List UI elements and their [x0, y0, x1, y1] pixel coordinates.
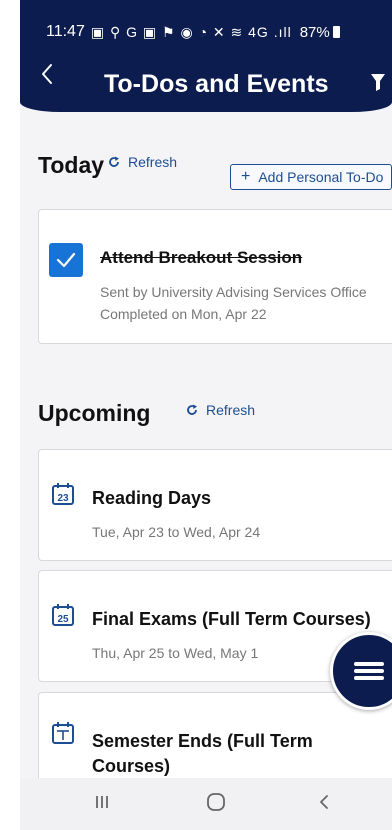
event-dates: Thu, Apr 25 to Wed, May 1: [92, 645, 259, 661]
todo-completed-date: Completed on Mon, Apr 22: [100, 306, 267, 322]
todo-title: Attend Breakout Session: [100, 248, 303, 267]
battery-icon: [332, 26, 340, 38]
filter-icon: [371, 74, 385, 91]
filter-button[interactable]: [370, 72, 386, 92]
refresh-label: Refresh: [128, 154, 178, 170]
home-button[interactable]: [205, 790, 235, 818]
svg-text:25: 25: [57, 614, 69, 625]
status-icons: ▣ ⚲ G ▣ ⚑ ◉ ◔ ✕ ≋ 4G .ıll: [90, 23, 292, 40]
add-personal-todo-label: Add Personal To-Do: [258, 169, 384, 185]
page-title: To-Dos and Events: [104, 70, 329, 98]
event-dates: Tue, Apr 23 to Wed, Apr 24: [92, 524, 261, 540]
event-title: Reading Days: [92, 488, 212, 508]
recents-icon: [96, 796, 108, 808]
refresh-label: Refresh: [206, 402, 256, 418]
back-arrow-icon: [42, 64, 52, 84]
recents-button[interactable]: [92, 790, 122, 818]
today-section-title: Today: [38, 152, 105, 178]
home-icon: [207, 793, 225, 811]
event-title-line1: Semester Ends (Full Term: [92, 731, 313, 751]
app-header: 11:47 ▣ ⚲ G ▣ ⚑ ◉ ◔ ✕ ≋ 4G .ıll 87% To-D…: [20, 0, 392, 112]
event-title: Final Exams (Full Term Courses): [92, 609, 371, 629]
status-time: 11:47: [46, 23, 85, 40]
add-personal-todo-button[interactable]: + Add Personal To-Do: [230, 164, 392, 190]
app-screen: 11:47 ▣ ⚲ G ▣ ⚑ ◉ ◔ ✕ ≋ 4G .ıll 87% To-D…: [20, 0, 392, 830]
plus-icon: +: [241, 168, 251, 185]
todo-sender: Sent by University Advising Services Off…: [100, 284, 367, 300]
hamburger-menu-icon: [354, 659, 384, 683]
event-title-line2: Courses): [92, 756, 171, 776]
system-nav-bar: [20, 778, 392, 830]
svg-text:23: 23: [57, 493, 69, 504]
back-button[interactable]: [40, 62, 66, 92]
refresh-icon: [187, 404, 197, 415]
event-card[interactable]: 23 Reading Days Tue, Apr 23 to Wed, Apr …: [38, 449, 392, 561]
screen-left-margin: [0, 0, 20, 830]
upcoming-section-title: Upcoming: [38, 400, 151, 426]
calendar-icon: 23: [52, 483, 74, 505]
calendar-icon: 25: [52, 604, 74, 626]
refresh-icon: [109, 156, 119, 167]
status-bar: 11:47 ▣ ⚲ G ▣ ⚑ ◉ ◔ ✕ ≋ 4G .ıll 87%: [46, 20, 384, 44]
upcoming-refresh-button[interactable]: Refresh: [186, 402, 255, 418]
today-refresh-button[interactable]: Refresh: [108, 154, 177, 170]
todo-card[interactable]: Attend Breakout Session Sent by Universi…: [38, 209, 392, 344]
todo-checkbox[interactable]: [49, 243, 83, 277]
nav-back-button[interactable]: [316, 790, 346, 818]
checkmark-icon: [56, 252, 76, 268]
calendar-icon: [52, 722, 74, 744]
nav-back-icon: [320, 795, 328, 809]
battery-level: 87%: [299, 23, 330, 41]
